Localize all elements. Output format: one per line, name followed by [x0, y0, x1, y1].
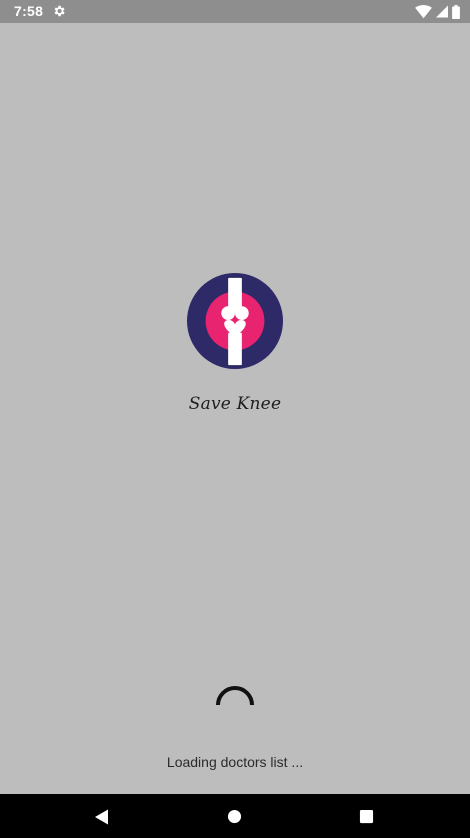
loading-text: Loading doctors list ... [166, 754, 304, 770]
status-time: 7:58 [14, 3, 44, 19]
battery-icon [452, 4, 460, 19]
home-icon[interactable] [227, 809, 242, 824]
status-bar: 7:58 [0, 0, 470, 23]
app-name: Save Knee [188, 394, 282, 414]
wifi-icon [415, 4, 432, 18]
settings-gear-icon [54, 5, 65, 17]
recents-icon[interactable] [359, 809, 374, 824]
status-icons [415, 4, 460, 19]
splash-screen: 7:58 Save Knee Loading doctors list ... [0, 0, 470, 838]
back-icon[interactable] [92, 808, 110, 826]
progress-spinner-icon [216, 686, 254, 706]
app-logo [186, 272, 284, 370]
navigation-bar [0, 794, 470, 838]
cellular-signal-icon [436, 5, 448, 18]
